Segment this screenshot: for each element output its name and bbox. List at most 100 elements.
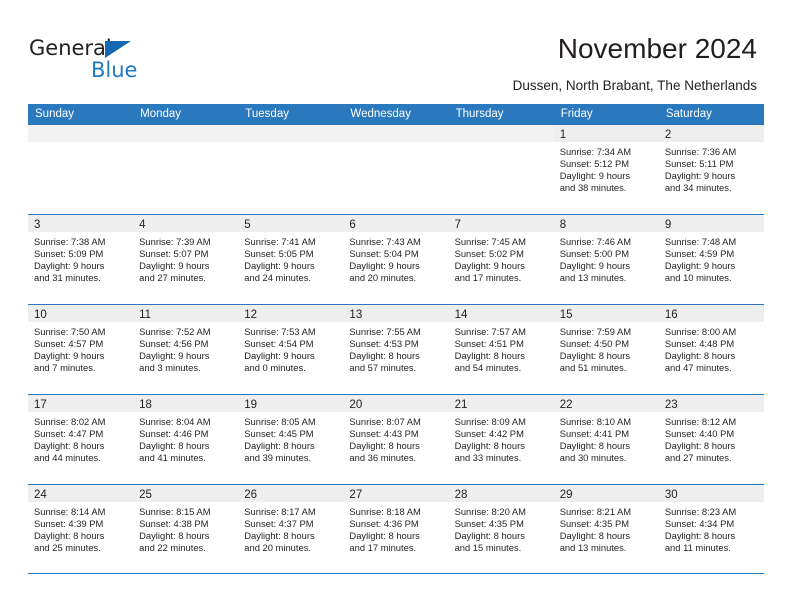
day-info-line: Daylight: 8 hours [244, 440, 315, 452]
day-info-line: Sunset: 4:36 PM [349, 518, 419, 530]
day-info-line: Sunset: 5:02 PM [454, 248, 524, 260]
day-info-line: Sunrise: 7:45 AM [454, 236, 526, 247]
day-number-band: 1 [553, 125, 659, 142]
day-info-line: Daylight: 9 hours [139, 350, 210, 362]
day-info-line: Sunset: 4:46 PM [139, 428, 209, 440]
calendar-day-cell[interactable]: 14 Sunrise: 7:57 AM Sunset: 4:51 PM Dayligh… [448, 305, 554, 394]
day-info-line: Daylight: 9 hours [139, 260, 210, 272]
calendar-day-cell[interactable]: 4 Sunrise: 7:39 AM Sunset: 5:07 PM Daylight… [133, 215, 239, 304]
day-sun-info: Sunrise: 7:41 AM Sunset: 5:05 PM Daylight:… [238, 232, 343, 284]
day-info-line: and 57 minutes. [349, 362, 417, 374]
day-sun-info: Sunrise: 8:00 AM Sunset: 4:48 PM Daylight:… [659, 322, 764, 374]
day-info-line: Daylight: 9 hours [244, 260, 315, 272]
day-info-line: Daylight: 8 hours [559, 350, 631, 362]
day-sun-info: Sunrise: 7:39 AM Sunset: 5:07 PM Daylight:… [133, 232, 238, 284]
day-sun-info: Sunrise: 8:21 AM Sunset: 4:35 PM Daylight:… [554, 502, 659, 554]
calendar-day-cell[interactable]: 27 Sunrise: 8:18 AM Sunset: 4:36 PM Dayligh… [343, 485, 449, 573]
day-info-line: Daylight: 8 hours [559, 440, 631, 452]
day-sun-info [449, 142, 554, 146]
calendar-day-cell[interactable]: 5 Sunrise: 7:41 AM Sunset: 5:05 PM Daylight… [238, 215, 344, 304]
calendar-day-cell[interactable]: 21 Sunrise: 8:09 AM Sunset: 4:42 PM Dayligh… [448, 395, 554, 484]
calendar-day-cell[interactable]: 25 Sunrise: 8:15 AM Sunset: 4:38 PM Dayligh… [133, 485, 239, 573]
day-number-band: 21 [448, 395, 554, 412]
day-info-line: Sunset: 4:39 PM [34, 518, 104, 530]
day-info-line: Sunrise: 7:38 AM [34, 236, 106, 247]
day-info-line: Sunset: 5:11 PM [664, 158, 734, 170]
calendar-day-cell[interactable]: 20 Sunrise: 8:07 AM Sunset: 4:43 PM Dayligh… [343, 395, 449, 484]
calendar-day-cell[interactable]: 15 Sunrise: 7:59 AM Sunset: 4:50 PM Dayligh… [553, 305, 659, 394]
calendar-week-row: 17 Sunrise: 8:02 AM Sunset: 4:47 PM Dayligh… [28, 394, 764, 484]
day-info-line: and 13 minutes. [559, 542, 627, 554]
day-info-line: and 0 minutes. [244, 362, 306, 374]
calendar-day-cell[interactable]: 11 Sunrise: 7:52 AM Sunset: 4:56 PM Dayligh… [133, 305, 239, 394]
day-number: 2 [664, 129, 672, 141]
calendar-day-cell[interactable]: 1 Sunrise: 7:34 AM Sunset: 5:12 PM Daylight… [553, 125, 659, 214]
calendar-day-cell[interactable]: 2 Sunrise: 7:36 AM Sunset: 5:11 PM Daylight… [658, 125, 764, 214]
calendar-day-cell[interactable]: 3 Sunrise: 7:38 AM Sunset: 5:09 PM Daylight… [28, 215, 134, 304]
day-sun-info: Sunrise: 8:14 AM Sunset: 4:39 PM Daylight:… [28, 502, 133, 554]
calendar-day-cell[interactable]: 28 Sunrise: 8:20 AM Sunset: 4:35 PM Dayligh… [448, 485, 554, 573]
day-number: 14 [454, 309, 468, 321]
day-info-line: Sunrise: 7:53 AM [244, 326, 316, 337]
calendar-day-cell[interactable]: 24 Sunrise: 8:14 AM Sunset: 4:39 PM Dayligh… [28, 485, 134, 573]
calendar-day-cell[interactable]: 29 Sunrise: 8:21 AM Sunset: 4:35 PM Dayligh… [553, 485, 659, 573]
day-info-line: Sunrise: 7:57 AM [454, 326, 526, 337]
calendar-week-row: 1 Sunrise: 7:34 AM Sunset: 5:12 PM Daylight… [28, 124, 764, 214]
day-number: 12 [244, 309, 258, 321]
day-number-band: 26 [238, 485, 344, 502]
day-info-line: and 27 minutes. [139, 272, 206, 284]
calendar-day-cell[interactable]: 22 Sunrise: 8:10 AM Sunset: 4:41 PM Dayligh… [553, 395, 659, 484]
day-info-line: and 36 minutes. [349, 452, 417, 464]
calendar-day-cell[interactable]: 17 Sunrise: 8:02 AM Sunset: 4:47 PM Dayligh… [28, 395, 134, 484]
day-number: 18 [139, 399, 152, 411]
day-info-line: and 25 minutes. [34, 542, 101, 554]
calendar-day-cell[interactable]: 18 Sunrise: 8:04 AM Sunset: 4:46 PM Dayligh… [133, 395, 239, 484]
day-sun-info: Sunrise: 7:36 AM Sunset: 5:11 PM Daylight:… [659, 142, 764, 194]
day-sun-info: Sunrise: 8:09 AM Sunset: 4:42 PM Daylight:… [449, 412, 554, 464]
day-sun-info: Sunrise: 8:17 AM Sunset: 4:37 PM Daylight:… [238, 502, 343, 554]
day-sun-info: Sunrise: 7:48 AM Sunset: 4:59 PM Daylight:… [659, 232, 764, 284]
calendar-day-cell[interactable]: 26 Sunrise: 8:17 AM Sunset: 4:37 PM Dayligh… [238, 485, 344, 573]
day-number: 20 [349, 399, 363, 411]
day-info-line: Daylight: 8 hours [139, 440, 210, 452]
calendar-day-cell[interactable]: 6 Sunrise: 7:43 AM Sunset: 5:04 PM Daylight… [343, 215, 449, 304]
day-number: 19 [244, 399, 258, 411]
day-number-band: 25 [133, 485, 239, 502]
day-info-line: Sunrise: 8:05 AM [244, 416, 316, 427]
calendar-day-cell[interactable]: 30 Sunrise: 8:23 AM Sunset: 4:34 PM Dayligh… [658, 485, 764, 573]
day-sun-info: Sunrise: 7:43 AM Sunset: 5:04 PM Daylight:… [343, 232, 448, 284]
day-info-line: Sunset: 4:59 PM [664, 248, 735, 260]
day-number: 28 [454, 489, 468, 501]
day-info-line: and 11 minutes. [664, 542, 731, 554]
calendar-day-cell[interactable]: 7 Sunrise: 7:45 AM Sunset: 5:02 PM Daylight… [448, 215, 554, 304]
day-number-band: 28 [448, 485, 554, 502]
day-info-line: Sunset: 4:48 PM [664, 338, 735, 350]
calendar-day-cell[interactable]: 19 Sunrise: 8:05 AM Sunset: 4:45 PM Dayligh… [238, 395, 344, 484]
calendar-day-cell[interactable]: 23 Sunrise: 8:12 AM Sunset: 4:40 PM Dayligh… [658, 395, 764, 484]
day-number-band: 13 [343, 305, 449, 322]
day-number-band: 4 [133, 215, 239, 232]
day-info-line: Daylight: 8 hours [664, 350, 736, 362]
weekday-header-wednesday: Wednesday [350, 108, 411, 120]
day-number: 15 [559, 309, 573, 321]
day-info-line: Sunrise: 8:12 AM [664, 416, 737, 427]
calendar-day-cell[interactable]: 16 Sunrise: 8:00 AM Sunset: 4:48 PM Dayligh… [658, 305, 764, 394]
calendar-week-row: 3 Sunrise: 7:38 AM Sunset: 5:09 PM Daylight… [28, 214, 764, 304]
day-info-line: Daylight: 8 hours [559, 530, 631, 542]
day-number-band: 27 [343, 485, 449, 502]
calendar-day-cell[interactable]: 12 Sunrise: 7:53 AM Sunset: 4:54 PM Dayligh… [238, 305, 344, 394]
logo-text-general: General [29, 36, 112, 60]
day-number-band: 16 [658, 305, 764, 322]
day-number-band: 23 [658, 395, 764, 412]
page-header: General Blue November 2024 Dussen, North… [0, 0, 792, 100]
calendar-day-cell[interactable]: 9 Sunrise: 7:48 AM Sunset: 4:59 PM Daylight… [658, 215, 764, 304]
general-blue-logo[interactable]: General Blue [29, 36, 209, 86]
day-number: 10 [34, 309, 47, 321]
day-sun-info: Sunrise: 7:57 AM Sunset: 4:51 PM Daylight:… [449, 322, 554, 374]
calendar-day-cell[interactable]: 10 Sunrise: 7:50 AM Sunset: 4:57 PM Dayligh… [28, 305, 134, 394]
calendar-day-cell[interactable]: 13 Sunrise: 7:55 AM Sunset: 4:53 PM Dayligh… [343, 305, 449, 394]
day-number: 23 [664, 399, 678, 411]
day-number-band: 3 [28, 215, 134, 232]
calendar-day-cell[interactable]: 8 Sunrise: 7:46 AM Sunset: 5:00 PM Daylight… [553, 215, 659, 304]
day-info-line: Daylight: 8 hours [664, 530, 736, 542]
